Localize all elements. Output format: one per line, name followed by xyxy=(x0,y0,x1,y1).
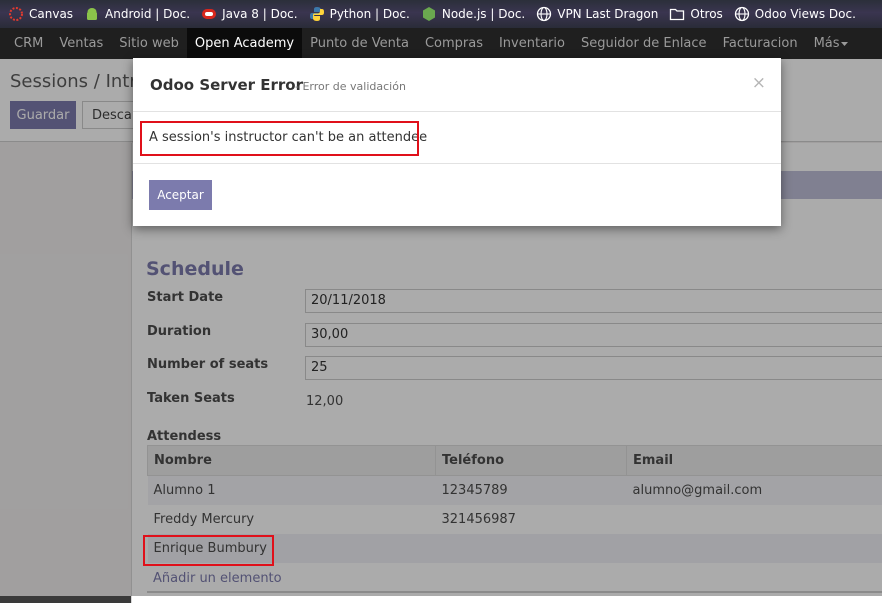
close-icon[interactable]: × xyxy=(752,73,766,93)
bookmark-java[interactable]: Java 8 | Doc. xyxy=(201,6,297,22)
nav-right-edge xyxy=(870,28,882,59)
menu-crm[interactable]: CRM xyxy=(6,28,51,59)
bookmark-nodejs[interactable]: Node.js | Doc. xyxy=(421,6,525,22)
caret-down-icon xyxy=(840,39,849,48)
python-icon xyxy=(309,6,325,22)
menu-sitio-web[interactable]: Sitio web xyxy=(111,28,187,59)
highlight-error-message xyxy=(140,121,419,156)
menu-compras[interactable]: Compras xyxy=(417,28,491,59)
folder-icon xyxy=(669,6,685,22)
menu-inventario[interactable]: Inventario xyxy=(491,28,573,59)
globe-icon xyxy=(536,6,552,22)
dialog-header: Odoo Server Error - Error de validación … xyxy=(133,58,781,112)
dialog-subtitle: - Error de validación xyxy=(295,80,406,93)
bookmark-label: Python | Doc. xyxy=(330,7,410,21)
menu-open-academy[interactable]: Open Academy xyxy=(187,28,302,59)
nodejs-icon xyxy=(421,6,437,22)
menu-facturacion[interactable]: Facturacion xyxy=(715,28,806,59)
bookmark-label: Node.js | Doc. xyxy=(442,7,525,21)
bookmark-python[interactable]: Python | Doc. xyxy=(309,6,410,22)
globe-icon xyxy=(734,6,750,22)
bookmark-label: Canvas xyxy=(29,7,73,21)
java-icon xyxy=(201,6,217,22)
bookmark-label: Odoo Views Doc. xyxy=(755,7,856,21)
top-menu: CRM Ventas Sitio web Open Academy Punto … xyxy=(0,28,882,59)
menu-ventas[interactable]: Ventas xyxy=(51,28,111,59)
menu-punto-de-venta[interactable]: Punto de Venta xyxy=(302,28,417,59)
bookmark-canvas[interactable]: Canvas xyxy=(8,6,73,22)
accept-button[interactable]: Aceptar xyxy=(149,180,212,210)
menu-more-label: Más xyxy=(814,36,840,51)
bookmarks-bar: Canvas Android | Doc. Java 8 | Doc. Pyth… xyxy=(0,0,882,28)
canvas-icon xyxy=(8,6,24,22)
android-icon xyxy=(84,6,100,22)
bookmark-label: Java 8 | Doc. xyxy=(222,7,297,21)
bookmark-vpn[interactable]: VPN Last Dragon xyxy=(536,6,658,22)
menu-more[interactable]: Más xyxy=(806,28,857,59)
dialog-title: Odoo Server Error xyxy=(150,76,303,94)
menu-seguidor-de-enlace[interactable]: Seguidor de Enlace xyxy=(573,28,715,59)
bookmark-folder-otros[interactable]: Otros xyxy=(669,6,722,22)
bookmark-label: VPN Last Dragon xyxy=(557,7,658,21)
bookmark-label: Android | Doc. xyxy=(105,7,190,21)
highlight-attendee-row xyxy=(143,535,274,566)
bookmark-android[interactable]: Android | Doc. xyxy=(84,6,190,22)
bookmark-label: Otros xyxy=(690,7,722,21)
bookmark-odoo-views[interactable]: Odoo Views Doc. xyxy=(734,6,856,22)
